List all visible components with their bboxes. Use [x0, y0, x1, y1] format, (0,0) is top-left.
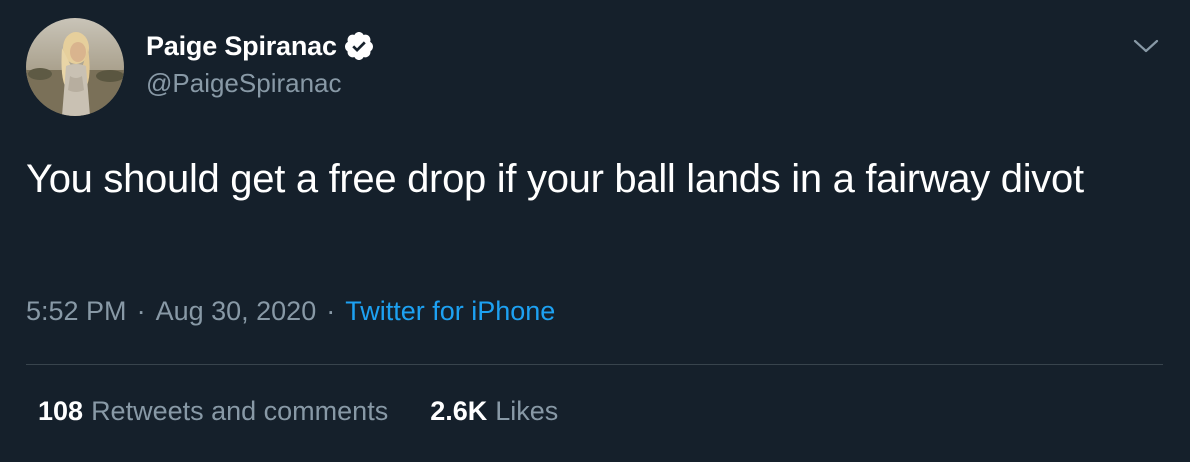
tweet-time[interactable]: 5:52 PM — [26, 296, 127, 326]
tweet-stats: 108 Retweets and comments 2.6K Likes — [38, 396, 600, 427]
display-name[interactable]: Paige Spiranac — [146, 31, 337, 62]
tweet-date[interactable]: Aug 30, 2020 — [156, 296, 317, 326]
likes-stat[interactable]: 2.6K Likes — [430, 396, 558, 427]
author-block: Paige Spiranac @PaigeSpiranac — [146, 26, 375, 99]
divider — [26, 364, 1163, 365]
meta-separator: · — [326, 296, 336, 326]
retweets-label: Retweets and comments — [91, 396, 389, 426]
tweet-text: You should get a free drop if your ball … — [26, 157, 1084, 201]
retweets-count: 108 — [38, 396, 84, 426]
retweets-stat[interactable]: 108 Retweets and comments — [38, 396, 388, 427]
tweet-card: Paige Spiranac @PaigeSpiranac You should… — [0, 0, 1190, 462]
likes-label: Likes — [495, 396, 559, 426]
verified-badge-icon — [343, 30, 375, 62]
name-row: Paige Spiranac — [146, 26, 375, 66]
tweet-source-link[interactable]: Twitter for iPhone — [345, 296, 555, 326]
tweet-meta: 5:52 PM · Aug 30, 2020 · Twitter for iPhone — [26, 296, 555, 327]
likes-count: 2.6K — [430, 396, 488, 426]
meta-separator: · — [136, 296, 146, 326]
handle[interactable]: @PaigeSpiranac — [146, 68, 375, 99]
avatar-image — [26, 18, 124, 116]
chevron-down-icon[interactable] — [1130, 30, 1162, 62]
avatar[interactable] — [26, 18, 124, 116]
